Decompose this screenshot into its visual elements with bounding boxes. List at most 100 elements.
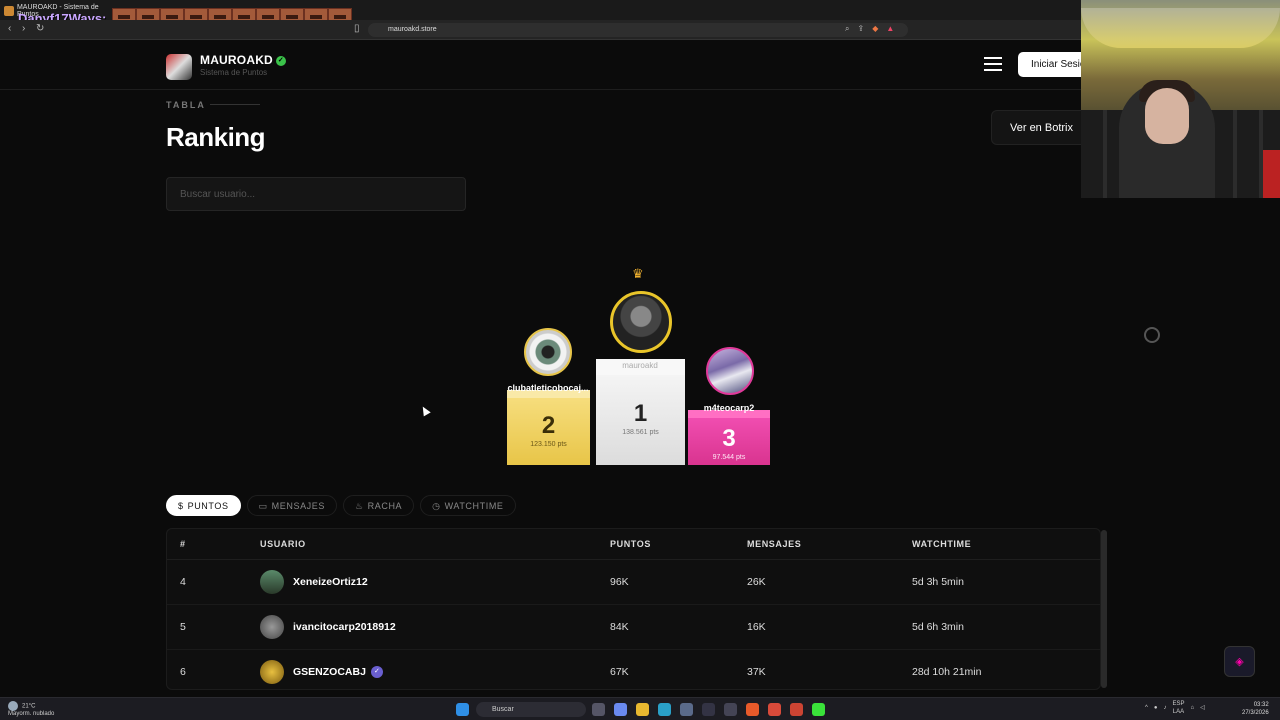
reload-icon[interactable]: ↻ (36, 23, 44, 34)
row-watchtime: 5d 3h 5min (912, 576, 964, 588)
row-points: 84K (610, 621, 629, 633)
search-input[interactable] (166, 177, 466, 211)
kick-icon[interactable] (812, 703, 825, 716)
table-header: # USUARIO PUNTOS MENSAJES WATCHTIME (167, 529, 1100, 560)
avatar-second[interactable] (524, 328, 572, 376)
wifi-icon[interactable]: ⌂ (1190, 704, 1194, 712)
file-explorer-icon[interactable] (636, 703, 649, 716)
mic-icon[interactable]: ♪ (1163, 704, 1166, 712)
dollar-icon: $ (178, 501, 184, 511)
col-user[interactable]: USUARIO (260, 529, 306, 559)
podium-block-second: 2 123.150 pts (507, 390, 590, 465)
avatar (260, 570, 284, 594)
language-indicator[interactable]: ESP LAA (1172, 700, 1184, 716)
taskbar-apps (456, 703, 469, 716)
row-messages: 26K (747, 576, 766, 588)
app-icon[interactable] (724, 703, 737, 716)
mute-button[interactable]: ◈ (1224, 646, 1255, 677)
divider (210, 104, 260, 105)
podium-rank: 3 (722, 425, 736, 452)
row-user[interactable]: XeneizeOrtiz12 (260, 560, 368, 604)
login-button[interactable]: Iniciar Sesión (1018, 52, 1088, 77)
taskbar-search[interactable]: Buscar (476, 702, 586, 717)
table-scrollbar[interactable] (1101, 530, 1107, 688)
app-icon[interactable] (790, 703, 803, 716)
table-row[interactable]: 4 XeneizeOrtiz12 96K 26K 5d 3h 5min (167, 560, 1100, 605)
col-messages[interactable]: MENSAJES (747, 529, 801, 559)
table-row[interactable]: 6 GSENZOCABJ ✓ 67K 37K 28d 10h 21min (167, 650, 1100, 689)
volume-icon[interactable]: ◁ (1200, 704, 1205, 712)
system-clock[interactable]: 03:32 27/3/2026 (1242, 701, 1269, 717)
flame-icon: ♨ (354, 501, 364, 511)
shield-icon[interactable]: ◆ (872, 24, 878, 34)
system-tray: ^ ● ♪ ESP LAA ⌂ ◁ (1145, 700, 1205, 716)
tab-puntos[interactable]: $ PUNTOS (166, 495, 241, 516)
clock-icon: ◷ (432, 501, 441, 511)
podium-name-third[interactable]: m4teocarp2 (690, 403, 768, 413)
bookmark-icon[interactable]: ▯ (354, 23, 360, 34)
url-actions: ⌕ ⇪ ◆ ▲ (845, 24, 894, 34)
ranking-table: # USUARIO PUNTOS MENSAJES WATCHTIME 4 Xe… (166, 528, 1101, 690)
avatar (260, 660, 284, 684)
brand-subtitle: Sistema de Puntos (200, 68, 268, 77)
windows-start-icon[interactable] (456, 703, 469, 716)
logo[interactable] (166, 54, 192, 80)
col-rank[interactable]: # (180, 529, 186, 559)
mouse-cursor-icon (419, 404, 431, 417)
podium-name-first[interactable]: mauroakd (610, 361, 670, 370)
podium-points: 97.544 pts (712, 454, 746, 461)
col-points[interactable]: PUNTOS (610, 529, 651, 559)
page-title: Ranking (166, 122, 266, 152)
url-field[interactable]: mauroakd.store (368, 23, 908, 37)
loading-spinner-icon (1144, 327, 1160, 343)
edge-icon[interactable] (658, 703, 671, 716)
weather-widget[interactable]: 21°C Mayorm. nublado (8, 701, 54, 718)
table-row[interactable]: 5 ivancitocarp2018912 84K 16K 5d 6h 3min (167, 605, 1100, 650)
avatar-third[interactable] (706, 347, 754, 395)
menu-icon[interactable] (984, 57, 1002, 71)
back-icon[interactable]: ‹ (8, 23, 11, 34)
row-user[interactable]: ivancitocarp2018912 (260, 605, 396, 649)
tab-watchtime[interactable]: ◷ WATCHTIME (420, 495, 516, 516)
tab-mensajes[interactable]: ▭ MENSAJES (246, 495, 337, 516)
share-icon[interactable]: ⇪ (857, 24, 864, 34)
forward-icon[interactable]: › (22, 23, 25, 34)
app-icon[interactable] (680, 703, 693, 716)
podium-block-third: 3 97.544 pts (688, 410, 770, 465)
podium-name-second[interactable]: clubatleticobocaj... (503, 383, 593, 393)
row-rank: 4 (180, 576, 186, 588)
row-messages: 37K (747, 666, 766, 678)
podium-block-first: 1 138.561 pts (596, 359, 685, 465)
col-watchtime[interactable]: WATCHTIME (912, 529, 971, 559)
botrix-button[interactable]: Ver en Botrix (991, 110, 1091, 145)
avatar-first[interactable] (610, 291, 672, 353)
podium-points: 138.561 pts (622, 429, 659, 436)
taskbar: 21°C Mayorm. nublado Buscar ^ ● ♪ ESP LAA… (0, 697, 1280, 720)
row-watchtime: 28d 10h 21min (912, 666, 982, 678)
task-view-icon[interactable] (592, 703, 605, 716)
ranking-tabs: $ PUNTOS ▭ MENSAJES ♨ RACHA ◷ WATCHTIME (166, 495, 516, 516)
tray-icon[interactable]: ● (1154, 704, 1158, 712)
row-rank: 5 (180, 621, 186, 633)
chrome-icon[interactable] (768, 703, 781, 716)
row-user[interactable]: GSENZOCABJ ✓ (260, 650, 383, 689)
row-watchtime: 5d 6h 3min (912, 621, 964, 633)
webcam-overlay (1081, 0, 1280, 198)
row-messages: 16K (747, 621, 766, 633)
weather-icon (8, 701, 18, 711)
brave-icon[interactable] (746, 703, 759, 716)
verified-icon: ✓ (275, 55, 286, 66)
avatar (260, 615, 284, 639)
zoom-icon[interactable]: ⌕ (845, 24, 849, 34)
rewards-icon[interactable]: ▲ (886, 24, 894, 34)
chevron-up-icon[interactable]: ^ (1145, 704, 1148, 712)
brand-name: MAUROAKD ✓ (200, 53, 286, 67)
copilot-icon[interactable] (614, 703, 627, 716)
row-points: 67K (610, 666, 629, 678)
row-rank: 6 (180, 666, 186, 678)
section-eyebrow: TABLA (166, 100, 206, 110)
app-icon[interactable] (702, 703, 715, 716)
crown-icon: ♛ (632, 266, 644, 281)
tab-racha[interactable]: ♨ RACHA (342, 495, 415, 516)
message-icon: ▭ (258, 501, 268, 511)
